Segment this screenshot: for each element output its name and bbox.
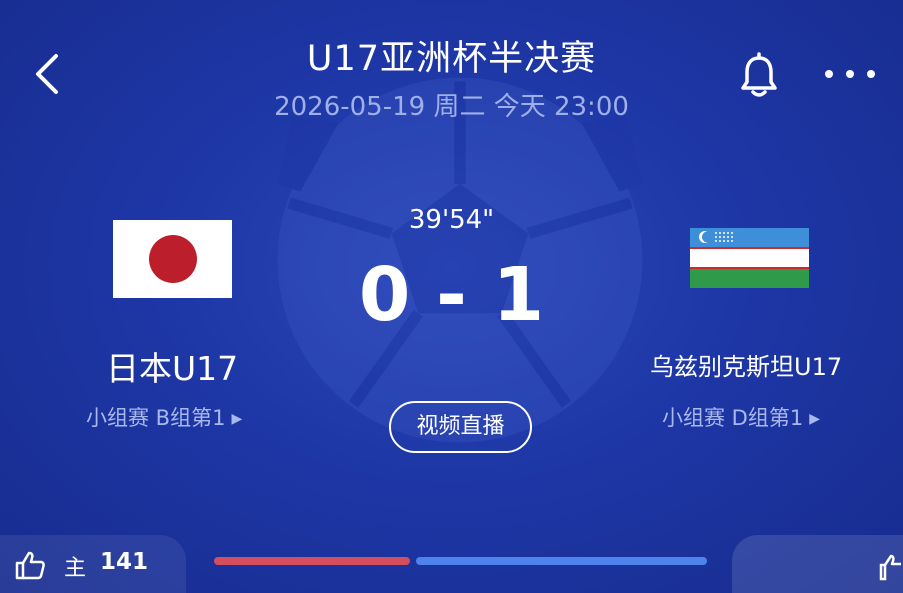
home-like-count: 141 — [100, 549, 149, 575]
header-bar: U17亚洲杯半决赛 2026-05-19 周二 今天 23:00 — [0, 0, 903, 130]
home-team-group-link[interactable]: 小组赛 B组第1 ▶ — [86, 402, 242, 432]
live-video-button[interactable]: 视频直播 — [389, 401, 532, 453]
thumbs-up-icon[interactable] — [14, 549, 46, 581]
away-support-bar — [416, 557, 707, 565]
home-like-panel[interactable]: 主 141 — [0, 535, 186, 593]
thumbs-up-icon[interactable] — [879, 553, 903, 581]
home-team-name[interactable]: 日本U17 — [106, 342, 238, 390]
home-like-label: 主 — [64, 556, 87, 581]
home-team-group: 小组赛 B组第1 — [86, 406, 226, 430]
home-support-bar — [214, 557, 410, 565]
caret-right-icon: ▶ — [231, 411, 243, 427]
away-team-name[interactable]: 乌兹别克斯坦U17 — [650, 347, 842, 382]
bell-icon[interactable] — [738, 52, 780, 98]
uzbekistan-flag — [690, 228, 809, 288]
away-team-group-link[interactable]: 小组赛 D组第1 ▶ — [662, 402, 820, 432]
more-dots-icon[interactable] — [822, 62, 878, 86]
away-like-panel[interactable] — [732, 535, 903, 593]
away-team-group: 小组赛 D组第1 — [662, 406, 804, 430]
caret-right-icon: ▶ — [809, 411, 820, 427]
